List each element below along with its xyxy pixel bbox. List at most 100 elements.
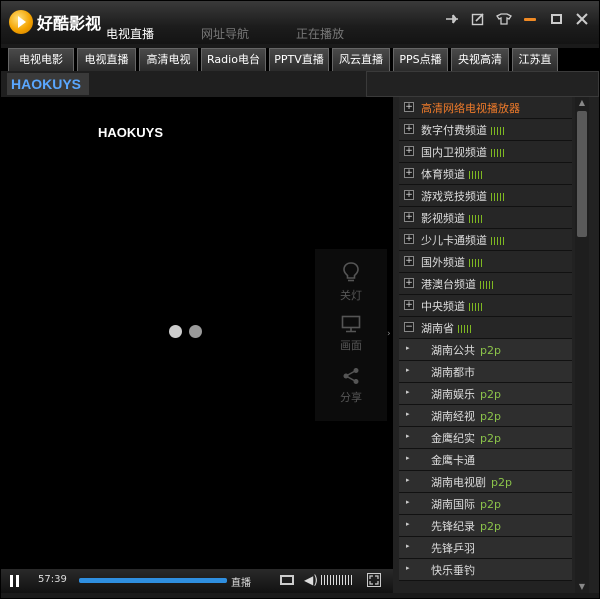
channel-category[interactable]: + 数字付费频道	[399, 119, 572, 141]
category-name: 游戏竞技频道	[421, 190, 487, 203]
channel-item[interactable]: ▸ 金鹰卡通	[399, 449, 572, 471]
channel-list: + 高清网络电视播放器 + 数字付费频道 + 国内卫视频道 + 体育频道 + 游戏竞技频道 + 影视频…	[399, 97, 572, 581]
channel-category-label: 高清网络电视播放器	[421, 100, 520, 116]
channel-item[interactable]: ▸ 湖南娱乐 p2p	[399, 383, 572, 405]
tab-4[interactable]: PPTV直播	[269, 48, 329, 71]
channel-category[interactable]: + 国外频道	[399, 251, 572, 273]
tab-5[interactable]: 风云直播	[332, 48, 390, 71]
channel-category-label: 国外频道	[421, 254, 484, 270]
channel-item[interactable]: ▸ 先锋乒羽	[399, 537, 572, 559]
tab-3[interactable]: Radio电台	[201, 48, 266, 71]
channel-category[interactable]: + 中央频道	[399, 295, 572, 317]
share-button[interactable]: 分享	[315, 367, 387, 405]
channel-item[interactable]: ▸ 快乐垂钓	[399, 559, 572, 581]
minimize-icon	[524, 17, 536, 21]
scroll-thumb[interactable]	[577, 111, 587, 237]
expand-icon[interactable]: +	[404, 300, 414, 310]
channel-label: 湖南国际 p2p	[431, 496, 501, 512]
pause-icon	[9, 575, 13, 587]
monitor-icon	[341, 315, 361, 333]
shirt-icon	[496, 13, 512, 25]
bullet-arrow-icon: ▸	[406, 542, 410, 550]
tv-mode-icon[interactable]	[280, 575, 294, 585]
channel-category[interactable]: + 影视频道	[399, 207, 572, 229]
minimize-button[interactable]	[521, 11, 539, 27]
tab-2[interactable]: 高清电视	[139, 48, 198, 71]
fullscreen-button[interactable]	[367, 573, 381, 587]
scroll-down-icon[interactable]: ▼	[575, 581, 589, 593]
channel-item[interactable]: ▸ 湖南电视剧 p2p	[399, 471, 572, 493]
expand-icon[interactable]: +	[404, 278, 414, 288]
volume-slider[interactable]	[321, 575, 354, 585]
lights-off-button[interactable]: 关灯	[315, 261, 387, 303]
progress-fill	[79, 578, 227, 583]
control-bar: 57:39 直播 ◀)	[1, 569, 393, 593]
channel-category[interactable]: − 湖南省	[399, 317, 572, 339]
tab-8[interactable]: 江苏直	[512, 48, 558, 71]
expand-icon[interactable]: +	[404, 102, 414, 112]
expand-icon[interactable]: +	[404, 234, 414, 244]
nav-now-playing[interactable]: 正在播放	[296, 25, 344, 42]
expand-icon[interactable]: +	[404, 256, 414, 266]
video-player[interactable]: HAOKUYS 关灯 画面 分享 ›	[1, 97, 393, 569]
edit-button[interactable]	[469, 11, 487, 27]
tab-7[interactable]: 央视高清	[451, 48, 509, 71]
play-logo-icon	[9, 10, 33, 34]
signal-icon	[491, 235, 506, 248]
skin-button[interactable]	[495, 11, 513, 27]
tab-0[interactable]: 电视电影	[8, 48, 74, 71]
collapse-panel-icon[interactable]: ›	[387, 329, 391, 339]
signal-icon	[491, 147, 506, 160]
picture-button[interactable]: 画面	[315, 315, 387, 353]
channel-label: 金鹰卡通	[431, 452, 475, 468]
channel-category[interactable]: + 港澳台频道	[399, 273, 572, 295]
share-icon	[343, 368, 359, 384]
channel-name: 金鹰卡通	[431, 454, 475, 467]
channel-item[interactable]: ▸ 湖南都市	[399, 361, 572, 383]
volume-icon[interactable]: ◀)	[304, 573, 318, 587]
scroll-up-icon[interactable]: ▲	[575, 97, 589, 109]
channel-label: 先锋乒羽	[431, 540, 475, 556]
tab-6[interactable]: PPS点播	[393, 48, 448, 71]
channel-item[interactable]: ▸ 湖南公共 p2p	[399, 339, 572, 361]
signal-icon	[458, 323, 473, 336]
scrollbar[interactable]: ▲ ▼	[575, 97, 589, 593]
maximize-button[interactable]	[547, 11, 565, 27]
edit-icon	[471, 13, 484, 26]
p2p-tag: p2p	[491, 476, 512, 489]
signal-icon	[469, 257, 484, 270]
pause-button[interactable]	[6, 573, 22, 589]
progress-bar[interactable]	[79, 578, 227, 583]
channel-item[interactable]: ▸ 金鹰纪实 p2p	[399, 427, 572, 449]
bullet-arrow-icon: ▸	[406, 366, 410, 374]
channel-category[interactable]: + 高清网络电视播放器	[399, 97, 572, 119]
pin-button[interactable]	[443, 11, 461, 27]
nav-web-guide[interactable]: 网址导航	[201, 25, 249, 42]
bullet-arrow-icon: ▸	[406, 432, 410, 440]
collapse-icon[interactable]: −	[404, 322, 414, 332]
expand-icon[interactable]: +	[404, 212, 414, 222]
loading-dot	[189, 325, 202, 338]
app-logo: 好酷影视	[9, 10, 101, 34]
tab-1[interactable]: 电视直播	[77, 48, 136, 71]
channel-category-label: 港澳台频道	[421, 276, 495, 292]
channel-category[interactable]: + 游戏竞技频道	[399, 185, 572, 207]
expand-icon[interactable]: +	[404, 168, 414, 178]
channel-category-label: 中央频道	[421, 298, 484, 314]
expand-icon[interactable]: +	[404, 190, 414, 200]
expand-icon[interactable]: +	[404, 146, 414, 156]
nav-live-tv[interactable]: 电视直播	[106, 25, 154, 42]
channel-item[interactable]: ▸ 湖南国际 p2p	[399, 493, 572, 515]
channel-category[interactable]: + 体育频道	[399, 163, 572, 185]
title-bar: 好酷影视 电视直播 网址导航 正在播放	[1, 1, 599, 44]
channel-item[interactable]: ▸ 湖南经视 p2p	[399, 405, 572, 427]
channel-label: 湖南电视剧 p2p	[431, 474, 512, 490]
channel-category[interactable]: + 国内卫视频道	[399, 141, 572, 163]
channel-item[interactable]: ▸ 先锋纪录 p2p	[399, 515, 572, 537]
channel-name: 先锋纪录	[431, 520, 475, 533]
bulb-icon	[343, 262, 359, 282]
close-button[interactable]	[573, 11, 591, 27]
expand-icon[interactable]: +	[404, 124, 414, 134]
bullet-arrow-icon: ▸	[406, 498, 410, 506]
channel-category[interactable]: + 少儿卡通频道	[399, 229, 572, 251]
